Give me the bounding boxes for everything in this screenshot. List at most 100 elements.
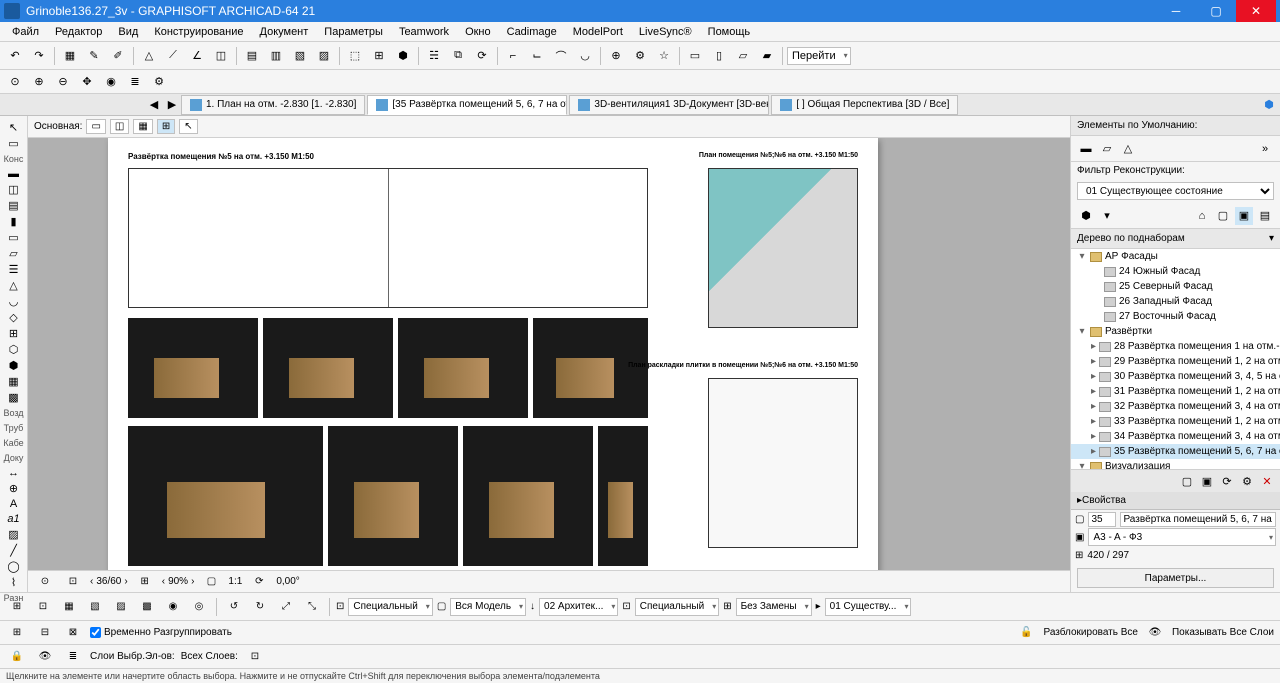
tool-icon[interactable]: ▦ [58,596,80,618]
suspend-icon[interactable]: ⊠ [62,622,84,644]
rotate-icon[interactable]: ⟳ [248,571,270,593]
show-all-label[interactable]: Показывать Все Слои [1172,627,1274,638]
tool-icon[interactable]: ⤡ [301,596,323,618]
measure-icon[interactable]: ⟋ [162,45,184,67]
wall-default-icon[interactable]: ▬ [1077,140,1095,158]
slab-default-icon[interactable]: ▱ [1098,140,1116,158]
tree-item[interactable]: ▾Визуализация [1071,459,1280,469]
fit-icon[interactable]: ⊞ [134,571,156,593]
tool-icon[interactable]: ▤ [241,45,263,67]
pan-icon[interactable]: ✥ [76,71,98,93]
minimize-button[interactable]: ─ [1156,0,1196,22]
pen-set-select[interactable]: Без Замены [736,598,812,616]
tool-icon[interactable]: ↻ [249,596,271,618]
arrow-tool[interactable]: ↖ [3,120,25,135]
marquee-tool[interactable]: ▭ [3,136,25,151]
inject-icon[interactable]: ✐ [107,45,129,67]
tree-item[interactable]: 26 Западный Фасад [1071,294,1280,309]
layers-icon[interactable]: ≣ [124,71,146,93]
menu-item[interactable]: ModelPort [565,24,631,40]
ungroup-icon[interactable]: ⊟ [34,622,56,644]
arc-tool[interactable]: ◯ [3,559,25,574]
navigator-tree[interactable]: ▾АР Фасады24 Южный Фасад25 Северный Фаса… [1071,249,1280,469]
doc-tab[interactable]: [35 Развёртка помещений 5, 6, 7 на от...… [367,95,567,115]
layout-id-input[interactable] [1088,512,1116,527]
menu-item[interactable]: Cadimage [499,24,565,40]
column-tool[interactable]: ▮ [3,214,25,229]
marquee-icon[interactable]: ▦ [59,45,81,67]
layout-name-input[interactable] [1120,512,1276,527]
tree-item[interactable]: ▸33 Развёртка помещений 1, 2 на отм.+3, [1071,414,1280,429]
stair-tool[interactable]: ☰ [3,262,25,277]
new-layout-icon[interactable]: ▢ [1178,472,1196,490]
doc-tab[interactable]: 3D-вентиляция1 3D-Документ [3D-вен... [569,95,769,115]
tool-icon[interactable]: ⚙ [629,45,651,67]
tree-item[interactable]: ▾АР Фасады [1071,249,1280,264]
delete-icon[interactable]: ✕ [1258,472,1276,490]
angle-icon[interactable]: ∠ [186,45,208,67]
label-tool[interactable]: a1 [3,512,25,526]
geometry-method-2[interactable]: ◫ [110,119,129,134]
drawing-canvas[interactable]: Развёртка помещения №5 на отм. +3.150 М1… [28,138,1070,592]
view-map-icon[interactable]: ▢ [1214,207,1232,225]
update-icon[interactable]: ⟳ [1218,472,1236,490]
expand-icon[interactable]: » [1256,140,1274,158]
tab-next-button[interactable]: ▶ [163,96,181,114]
menu-item[interactable]: Teamwork [391,24,457,40]
settings-icon[interactable]: ⚙ [148,71,170,93]
tool-icon[interactable]: ⤢ [275,596,297,618]
dimension-tool[interactable]: ↔ [3,466,25,480]
tool-icon[interactable]: ▥ [265,45,287,67]
tree-item[interactable]: 24 Южный Фасад [1071,264,1280,279]
window-tool[interactable]: ▤ [3,198,25,213]
tree-item[interactable]: ▸28 Развёртка помещения 1 на отм.-2,830 [1071,339,1280,354]
roof-default-icon[interactable]: △ [1119,140,1137,158]
mvo-select[interactable]: Специальный [348,598,432,616]
show-layers-icon[interactable]: 👁 [1144,622,1166,644]
tree-title[interactable]: Дерево по поднаборам ▾ [1071,229,1280,249]
navigator-icon[interactable]: ⬢ [1258,94,1280,116]
tool-icon[interactable]: ◎ [188,596,210,618]
roof-tool[interactable]: △ [3,278,25,293]
layer-icon[interactable]: ≣ [62,646,84,668]
orbit-icon[interactable]: ⊙ [34,571,56,593]
scale-icon[interactable]: ▢ [200,571,222,593]
parameters-button[interactable]: Параметры... [1077,568,1274,588]
star-icon[interactable]: ☆ [653,45,675,67]
reno-select[interactable]: 01 Существу... [825,598,912,616]
tool-icon[interactable]: ▭ [684,45,706,67]
lock-icon[interactable]: 🔒 [6,646,28,668]
menu-item[interactable]: LiveSync® [631,24,700,40]
tree-item[interactable]: 25 Северный Фасад [1071,279,1280,294]
tree-item[interactable]: ▸34 Развёртка помещений 3, 4 на отм.+3, [1071,429,1280,444]
project-map-icon[interactable]: ⌂ [1193,207,1211,225]
close-button[interactable]: ✕ [1236,0,1276,22]
eyedropper-icon[interactable]: ✎ [83,45,105,67]
menu-item[interactable]: Помощь [700,24,759,40]
tree-item[interactable]: ▸35 Развёртка помещений 5, 6, 7 на отм. [1071,444,1280,459]
scale-select[interactable]: Специальный [635,598,719,616]
maximize-button[interactable]: ▢ [1196,0,1236,22]
snap-icon[interactable]: ⊡ [32,596,54,618]
navigator-mode-icon[interactable]: ⬢ [1077,207,1095,225]
mesh-tool[interactable]: ▩ [3,390,25,405]
tool-icon[interactable]: ⊡ [244,646,266,668]
zoom-in-icon[interactable]: ⊕ [28,71,50,93]
tool-icon[interactable]: ▧ [84,596,106,618]
menu-item[interactable]: Файл [4,24,47,40]
ruler-icon[interactable]: △ [138,45,160,67]
tool-icon[interactable]: ⌒ [550,45,572,67]
tool-icon[interactable]: ⟳ [471,45,493,67]
grid-icon[interactable]: ⊞ [6,596,28,618]
tree-item[interactable]: ▸32 Развёртка помещений 3, 4 на отм.+0, [1071,399,1280,414]
geometry-method-3[interactable]: ▦ [133,119,152,134]
guide-icon[interactable]: ◫ [210,45,232,67]
redo-button[interactable]: ↷ [28,45,50,67]
zoom-pct[interactable]: 90% [168,576,188,587]
line-tool[interactable]: ╱ [3,543,25,558]
tool-icon[interactable]: ▩ [136,596,158,618]
group-icon[interactable]: ⊞ [6,622,28,644]
beam-tool[interactable]: ▭ [3,230,25,245]
tab-prev-button[interactable]: ◀ [145,96,163,114]
zoom-fit-icon[interactable]: ⊙ [4,71,26,93]
